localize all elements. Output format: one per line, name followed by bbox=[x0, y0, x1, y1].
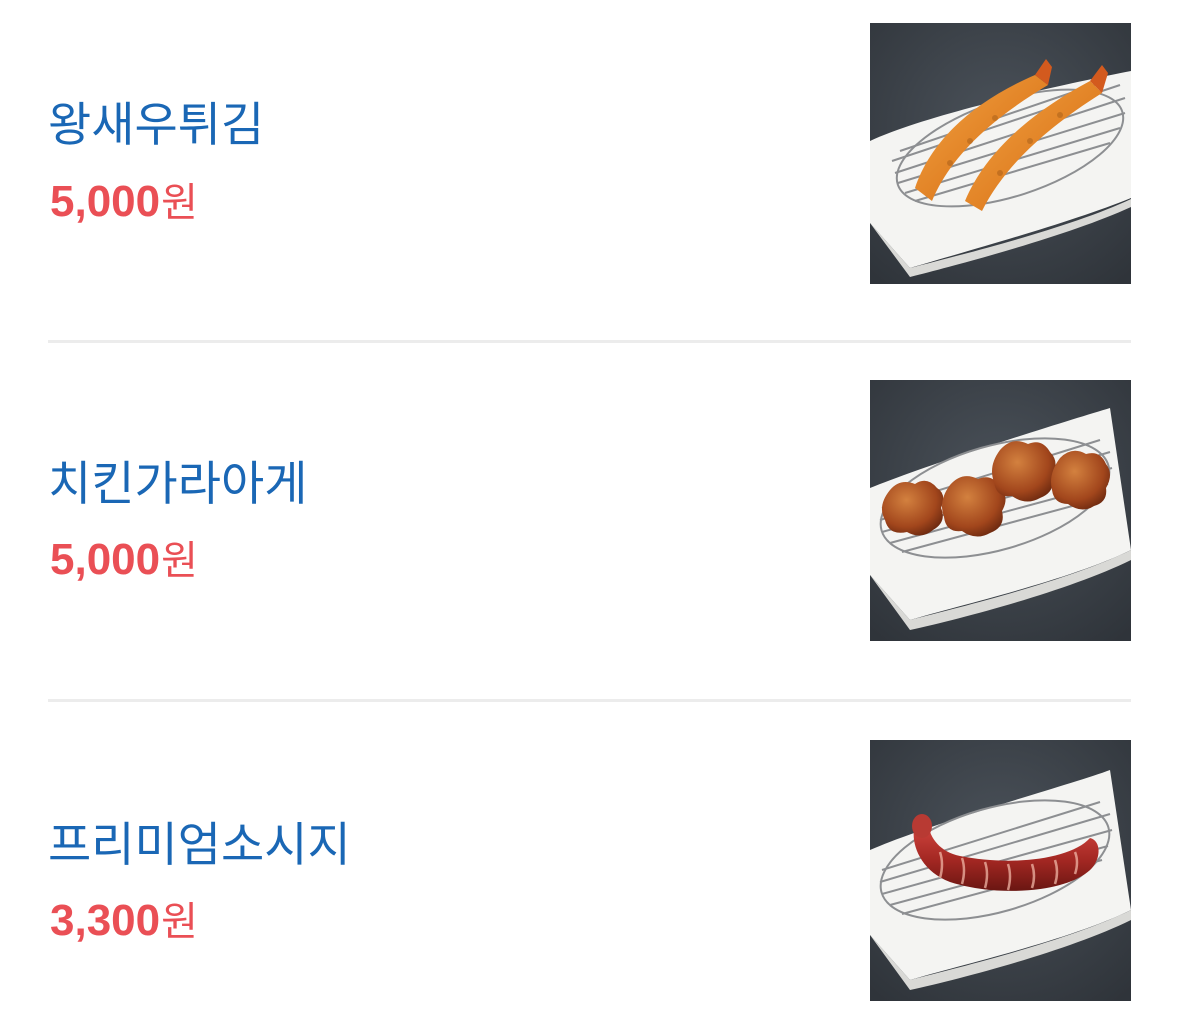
menu-item-name: 치킨가라아게 bbox=[48, 457, 308, 512]
menu-item-fried-shrimp[interactable]: 왕새우튀김 5,000원 bbox=[48, 0, 1131, 340]
price-unit: 원 bbox=[161, 180, 198, 226]
menu-item-name: 프리미엄소시지 bbox=[48, 818, 351, 873]
price-amount: 5,000 bbox=[50, 535, 161, 584]
price-amount: 5,000 bbox=[50, 177, 161, 226]
chicken-karaage-image bbox=[870, 380, 1131, 641]
price-unit: 원 bbox=[161, 538, 198, 584]
fried-shrimp-image bbox=[870, 23, 1131, 284]
menu-item-premium-sausage[interactable]: 프리미엄소시지 3,300원 bbox=[48, 702, 1131, 1029]
menu-item-price: 3,300원 bbox=[50, 889, 198, 947]
menu-item-price: 5,000원 bbox=[50, 528, 198, 586]
menu-list: 왕새우튀김 5,000원 치킨가라아게 5,000원 프리미엄소시지 3,300… bbox=[48, 0, 1131, 1029]
price-amount: 3,300 bbox=[50, 896, 161, 945]
menu-item-chicken-karaage[interactable]: 치킨가라아게 5,000원 bbox=[48, 343, 1131, 699]
premium-sausage-image bbox=[870, 740, 1131, 1001]
menu-item-name: 왕새우튀김 bbox=[48, 98, 265, 153]
price-unit: 원 bbox=[161, 899, 198, 945]
menu-item-price: 5,000원 bbox=[50, 170, 198, 228]
